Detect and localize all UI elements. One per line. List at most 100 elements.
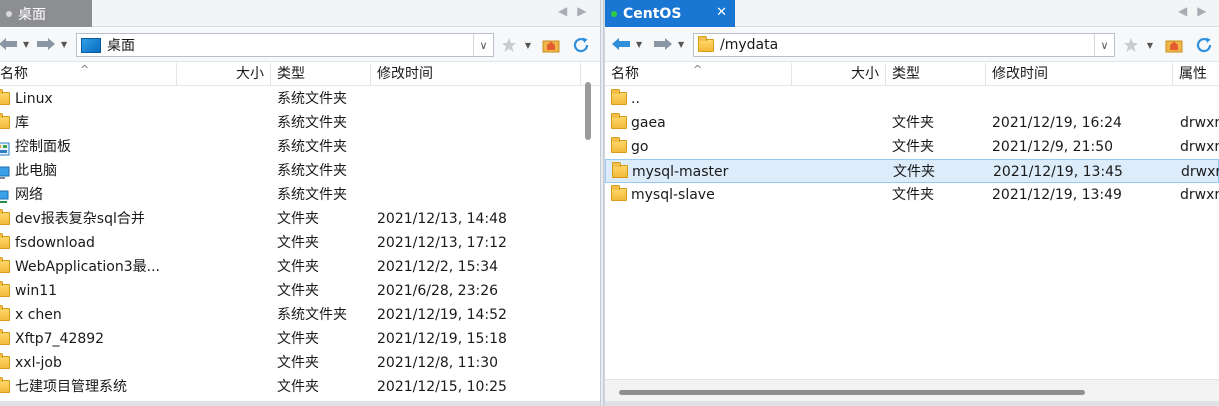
home-folder-icon[interactable] bbox=[542, 36, 560, 54]
forward-dropdown-icon[interactable]: ▼ bbox=[678, 40, 684, 49]
file-name-cell: 七建项目管理系统 bbox=[0, 375, 177, 399]
file-type-cell bbox=[892, 87, 986, 111]
file-row[interactable]: Linux 系统文件夹 bbox=[0, 87, 600, 111]
file-row[interactable]: win11 文件夹 2021/6/28, 23:26 bbox=[0, 279, 600, 303]
local-vertical-scrollbar[interactable] bbox=[582, 80, 592, 406]
file-type-cell: 文件夹 bbox=[892, 187, 934, 203]
tab-prev-arrow[interactable]: ◀ bbox=[558, 4, 577, 18]
col-header-type[interactable]: 类型 bbox=[886, 63, 986, 86]
file-size-cell bbox=[177, 327, 265, 351]
col-header-size[interactable]: 大小 bbox=[792, 63, 886, 86]
file-size-cell bbox=[177, 231, 265, 255]
file-name-cell: 网络 bbox=[0, 183, 177, 207]
tab-scroll-arrows[interactable]: ◀▶ bbox=[558, 4, 596, 18]
file-size-cell bbox=[177, 279, 265, 303]
remote-horizontal-scrollbar[interactable] bbox=[605, 379, 1219, 401]
forward-button[interactable]: ▼ bbox=[36, 34, 67, 54]
address-dropdown-icon[interactable]: ∨ bbox=[473, 34, 493, 56]
col-header-attributes[interactable]: 属性 bbox=[1173, 63, 1219, 86]
file-row[interactable]: x chen 系统文件夹 2021/12/19, 14:52 bbox=[0, 303, 600, 327]
file-row[interactable]: go 文件夹 2021/12/9, 21:50 drwxr bbox=[605, 135, 1219, 159]
folder-icon bbox=[0, 233, 10, 249]
file-name-cell: Linux bbox=[0, 87, 177, 111]
file-name-cell: WebApplication3最... bbox=[0, 255, 177, 279]
refresh-icon[interactable] bbox=[1195, 36, 1213, 54]
file-row[interactable]: mysql-master 文件夹 2021/12/19, 13:45 drwxr bbox=[605, 159, 1219, 183]
file-name-cell: go bbox=[605, 135, 792, 159]
file-name: Xftp7_42892 bbox=[15, 331, 105, 347]
close-tab-icon[interactable]: ✕ bbox=[716, 5, 727, 20]
file-row[interactable]: WebApplication3最... 文件夹 2021/12/2, 15:34 bbox=[0, 255, 600, 279]
file-row[interactable]: 网络 系统文件夹 bbox=[0, 183, 600, 207]
col-header-name[interactable]: 名称 ^ bbox=[605, 63, 792, 86]
file-modified-cell: 2021/12/19, 13:49 bbox=[992, 187, 1122, 203]
file-row[interactable]: Xftp7_42892 文件夹 2021/12/19, 15:18 bbox=[0, 327, 600, 351]
forward-button[interactable]: ▼ bbox=[653, 34, 684, 54]
file-modified-cell: 2021/12/19, 16:24 bbox=[992, 115, 1122, 131]
file-size-cell bbox=[177, 303, 265, 327]
tab-next-arrow[interactable]: ▶ bbox=[577, 4, 596, 18]
file-modified-cell bbox=[377, 183, 577, 207]
bookmark-star-icon[interactable] bbox=[1122, 36, 1140, 54]
file-row[interactable]: xxl-job 文件夹 2021/12/8, 11:30 bbox=[0, 351, 600, 375]
folder-icon bbox=[0, 113, 10, 129]
connection-status-dot bbox=[611, 10, 617, 17]
address-dropdown-icon[interactable]: ∨ bbox=[1094, 34, 1114, 56]
tab-next-arrow[interactable]: ▶ bbox=[1197, 4, 1216, 18]
col-header-type[interactable]: 类型 bbox=[271, 63, 371, 86]
back-button[interactable]: ▼ bbox=[0, 34, 29, 54]
remote-pane: CentOS ✕ ◀▶ ▼ ▼ /mydata ∨ ▼ 名称 ^ 大小 类型 修改… bbox=[604, 0, 1219, 406]
local-address-bar[interactable]: 桌面 ∨ bbox=[76, 33, 494, 57]
tab-status-dot bbox=[6, 10, 12, 17]
file-row[interactable]: dev报表复杂sql合并 文件夹 2021/12/13, 14:48 bbox=[0, 207, 600, 231]
file-row[interactable]: 七建项目管理系统 文件夹 2021/12/15, 10:25 bbox=[0, 375, 600, 399]
tab-scroll-arrows[interactable]: ◀▶ bbox=[1178, 4, 1216, 18]
bookmark-dropdown-icon[interactable]: ▼ bbox=[519, 36, 537, 54]
tab-prev-arrow[interactable]: ◀ bbox=[1178, 4, 1197, 18]
folder-icon bbox=[0, 209, 10, 225]
col-header-modified[interactable]: 修改时间 bbox=[986, 63, 1173, 86]
file-row[interactable]: 控制面板 系统文件夹 bbox=[0, 135, 600, 159]
file-row[interactable]: mysql-slave 文件夹 2021/12/19, 13:49 drwxr bbox=[605, 183, 1219, 207]
bookmark-dropdown-icon[interactable]: ▼ bbox=[1141, 36, 1159, 54]
back-button[interactable]: ▼ bbox=[611, 34, 642, 54]
back-dropdown-icon[interactable]: ▼ bbox=[23, 40, 29, 49]
folder-icon bbox=[611, 137, 627, 153]
file-modified-cell bbox=[992, 87, 1172, 111]
file-row[interactable]: fsdownload 文件夹 2021/12/13, 17:12 bbox=[0, 231, 600, 255]
file-size-cell bbox=[177, 351, 265, 375]
back-dropdown-icon[interactable]: ▼ bbox=[636, 40, 642, 49]
forward-dropdown-icon[interactable]: ▼ bbox=[61, 40, 67, 49]
remote-address-bar[interactable]: /mydata ∨ bbox=[693, 33, 1115, 57]
remote-column-header: 名称 ^ 大小 类型 修改时间 属性 bbox=[605, 63, 1219, 86]
scrollbar-thumb[interactable] bbox=[585, 82, 591, 140]
back-arrow-icon bbox=[611, 37, 633, 51]
col-header-modified[interactable]: 修改时间 bbox=[371, 63, 581, 86]
local-file-list: Linux 系统文件夹库系统文件夹 控制面板 系统文件夹 此电脑 系统文件夹 网络 系统文件夹… bbox=[0, 87, 600, 399]
file-name-cell: gaea bbox=[605, 111, 792, 135]
file-row[interactable]: 此电脑 系统文件夹 bbox=[0, 159, 600, 183]
folder-icon bbox=[612, 162, 628, 178]
bookmark-star-icon[interactable] bbox=[500, 36, 518, 54]
file-type-cell: 系统文件夹 bbox=[277, 139, 347, 155]
file-name: .. bbox=[631, 91, 640, 107]
col-header-name[interactable]: 名称 ^ bbox=[0, 63, 177, 86]
file-name: dev报表复杂sql合并 bbox=[15, 211, 145, 227]
file-row[interactable]: gaea 文件夹 2021/12/19, 16:24 drwxr bbox=[605, 111, 1219, 135]
scrollbar-thumb[interactable] bbox=[619, 390, 1085, 395]
folder-icon bbox=[0, 329, 10, 345]
home-folder-icon[interactable] bbox=[1165, 36, 1183, 54]
file-row[interactable]: 库 系统文件夹 bbox=[0, 111, 600, 135]
file-modified-cell: 2021/12/13, 17:12 bbox=[377, 235, 507, 251]
tab-local-desktop[interactable]: 桌面 bbox=[0, 0, 92, 27]
file-name: WebApplication3最... bbox=[15, 259, 161, 275]
file-modified-cell: 2021/12/8, 11:30 bbox=[377, 355, 499, 371]
folder-icon bbox=[0, 305, 10, 321]
refresh-icon[interactable] bbox=[572, 36, 590, 54]
col-header-size[interactable]: 大小 bbox=[177, 63, 271, 86]
file-type-cell: 文件夹 bbox=[893, 164, 935, 180]
file-row[interactable]: .. bbox=[605, 87, 1219, 111]
tab-remote-centos[interactable]: CentOS ✕ bbox=[605, 0, 735, 27]
local-pane: 桌面 ◀▶ ▼ ▼ 桌面 ∨ ▼ 名称 ^ 大小 类型 修改时间 Linux 系统文… bbox=[0, 0, 600, 406]
file-attributes-cell: drwxr bbox=[1181, 164, 1219, 180]
